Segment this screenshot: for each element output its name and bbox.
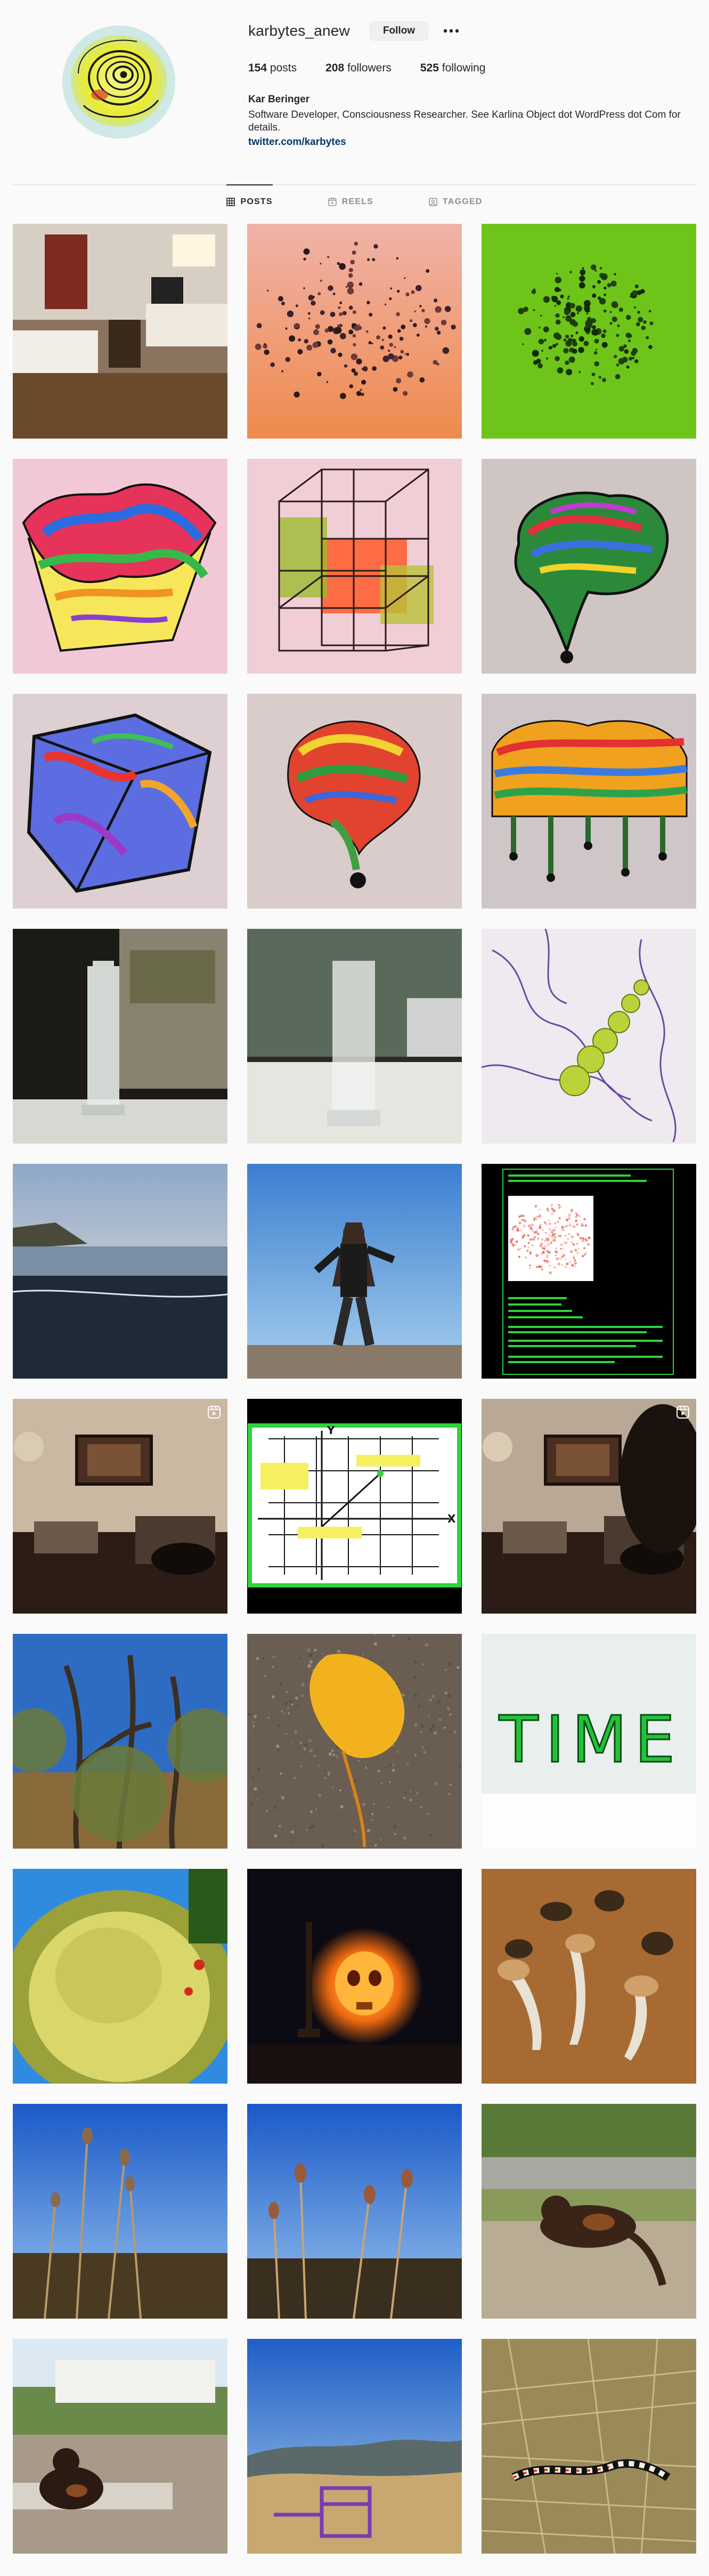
profile-header: karbytes_anew Follow 154 posts 208 follo… bbox=[0, 0, 709, 181]
post-mushrooms[interactable] bbox=[482, 1869, 696, 2084]
post-dots-orange[interactable] bbox=[247, 224, 462, 439]
profile-bio: Software Developer, Consciousness Resear… bbox=[248, 109, 681, 133]
graph-axis-y-label: Y bbox=[327, 1424, 335, 1437]
grid-icon bbox=[226, 198, 235, 206]
post-skull[interactable] bbox=[247, 1869, 462, 2084]
post-image bbox=[482, 1869, 696, 2084]
post-beach[interactable] bbox=[13, 1164, 227, 1379]
post-purple-doodle[interactable] bbox=[482, 929, 696, 1144]
post-image: XY bbox=[247, 1399, 462, 1614]
post-glass-window-1[interactable] bbox=[13, 929, 227, 1144]
tab-tagged[interactable]: TAGGED bbox=[429, 185, 482, 219]
more-options-button[interactable] bbox=[441, 21, 462, 41]
post-image bbox=[482, 224, 696, 439]
profile-info: karbytes_anew Follow 154 posts 208 follo… bbox=[248, 20, 706, 148]
post-dots-green[interactable] bbox=[482, 224, 696, 439]
post-hills[interactable] bbox=[247, 2339, 462, 2554]
post-image: TIME bbox=[482, 1634, 696, 1849]
post-hotel-room[interactable] bbox=[13, 224, 227, 439]
tab-label: POSTS bbox=[240, 197, 273, 206]
post-image bbox=[247, 2339, 462, 2554]
time-text: TIME bbox=[499, 1703, 682, 1777]
post-image bbox=[247, 1164, 462, 1379]
followers-count: 208 bbox=[325, 62, 345, 74]
post-swirl-drip[interactable] bbox=[247, 694, 462, 909]
post-cat-2[interactable] bbox=[13, 2339, 227, 2554]
post-cat-1[interactable] bbox=[482, 2104, 696, 2319]
post-image bbox=[247, 1869, 462, 2084]
profile-tabs: POSTS REELS TAGGED bbox=[13, 184, 696, 218]
post-image bbox=[482, 694, 696, 909]
post-image bbox=[482, 2339, 696, 2554]
post-image bbox=[13, 1869, 227, 2084]
post-image bbox=[247, 1634, 462, 1849]
post-image bbox=[13, 2339, 227, 2554]
post-image bbox=[482, 2104, 696, 2319]
post-room-2[interactable] bbox=[482, 1399, 696, 1614]
post-psychedelic-brain[interactable] bbox=[482, 459, 696, 674]
post-drip-cloud[interactable] bbox=[482, 694, 696, 909]
post-tesseract[interactable] bbox=[247, 459, 462, 674]
more-dots-icon bbox=[443, 29, 459, 33]
post-image bbox=[247, 929, 462, 1144]
profile-username: karbytes_anew bbox=[248, 22, 350, 39]
post-image bbox=[13, 929, 227, 1144]
profile-link[interactable]: twitter.com/karbytes bbox=[248, 136, 346, 148]
post-leaf[interactable] bbox=[247, 1634, 462, 1849]
post-image bbox=[247, 459, 462, 674]
post-image bbox=[247, 2104, 462, 2319]
posts-label: posts bbox=[270, 62, 297, 74]
post-image bbox=[13, 2104, 227, 2319]
post-teasel-1[interactable] bbox=[13, 2104, 227, 2319]
posts-stat: 154 posts bbox=[248, 62, 297, 75]
followers-stat[interactable]: 208 followers bbox=[325, 62, 392, 75]
tagged-icon bbox=[429, 198, 437, 206]
post-glass-window-2[interactable] bbox=[247, 929, 462, 1144]
tab-reels[interactable]: REELS bbox=[328, 185, 373, 219]
reel-icon bbox=[676, 1405, 690, 1419]
post-image bbox=[13, 694, 227, 909]
post-teasel-2[interactable] bbox=[247, 2104, 462, 2319]
post-image bbox=[13, 1164, 227, 1379]
profile-top-row: karbytes_anew Follow bbox=[248, 20, 706, 42]
post-image bbox=[482, 929, 696, 1144]
post-terminal[interactable] bbox=[482, 1164, 696, 1379]
post-stained-cube[interactable] bbox=[13, 694, 227, 909]
avatar[interactable] bbox=[62, 26, 175, 139]
follow-button[interactable]: Follow bbox=[369, 21, 429, 41]
post-trees[interactable] bbox=[13, 1634, 227, 1849]
avatar-swirl-image bbox=[62, 26, 175, 139]
followers-label: followers bbox=[347, 62, 392, 74]
post-image bbox=[482, 1399, 696, 1614]
tab-label: TAGGED bbox=[443, 197, 483, 206]
post-graph[interactable]: XY bbox=[247, 1399, 462, 1614]
post-psychedelic-cube[interactable] bbox=[13, 459, 227, 674]
post-time[interactable]: TIME bbox=[482, 1634, 696, 1849]
post-image bbox=[482, 459, 696, 674]
posts-grid: XY TIME bbox=[13, 224, 696, 2554]
tab-label: REELS bbox=[341, 197, 374, 206]
post-image bbox=[247, 224, 462, 439]
graph-axis-x-label: X bbox=[447, 1512, 456, 1525]
post-image bbox=[247, 694, 462, 909]
following-label: following bbox=[442, 62, 486, 74]
post-person-rock[interactable] bbox=[247, 1164, 462, 1379]
post-room-1[interactable] bbox=[13, 1399, 227, 1614]
reel-icon bbox=[207, 1405, 221, 1419]
reels-icon bbox=[328, 198, 337, 206]
post-image bbox=[13, 1634, 227, 1849]
tab-posts[interactable]: POSTS bbox=[226, 184, 273, 219]
post-image bbox=[13, 224, 227, 439]
post-image bbox=[13, 1399, 227, 1614]
posts-count: 154 bbox=[248, 62, 267, 74]
post-image bbox=[482, 1164, 696, 1379]
post-image bbox=[13, 459, 227, 674]
tab-row: POSTS REELS TAGGED bbox=[13, 184, 696, 219]
profile-full-name: Kar Beringer bbox=[248, 94, 310, 105]
profile-stats: 154 posts 208 followers 525 following bbox=[248, 62, 706, 75]
post-bush[interactable] bbox=[13, 1869, 227, 2084]
post-snake[interactable] bbox=[482, 2339, 696, 2554]
following-stat[interactable]: 525 following bbox=[420, 62, 486, 75]
following-count: 525 bbox=[420, 62, 439, 74]
